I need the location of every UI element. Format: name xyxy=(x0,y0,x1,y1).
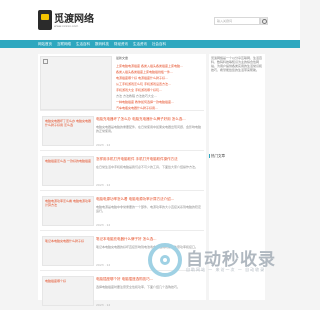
article-title[interactable]: 电脑电源功率怎么看 电脑电源功率计算方法介绍... xyxy=(96,197,202,202)
watermark-logo-icon xyxy=(148,243,182,277)
article-title[interactable]: 笔记本电脑充电器什么牌子好 怎么选... xyxy=(96,237,202,242)
sidebar-intro: 觅渡网络是一个以分享互联网、生活百科、数码科技等知识为主的综合性网站，为用户提供… xyxy=(211,56,263,72)
article-summary: 在日常生活中手机和电脑是我们必不可少的工具，下面给大家介绍操作方法。 xyxy=(96,165,199,169)
article-thumbnail[interactable]: 电脑插座怎么选 一款好的电脑插座 xyxy=(42,156,94,186)
article-item[interactable]: 电脑电源功率怎么看 电脑电源功率计算方法 电脑电源功率怎么看 电脑电源功率计算方… xyxy=(40,190,204,230)
nav-item-tech[interactable]: 数码科技 xyxy=(95,40,109,48)
article-thumbnail[interactable]: 电脑插座哪个好 xyxy=(42,276,94,306)
article-item[interactable]: 电脑插座怎么选 一款好的电脑插座 怎样用手机打开电脑软件 手机打开电脑软件操作方… xyxy=(40,150,204,190)
article-summary: 电脑充电器是电脑的重要配件，在日常使用中如果充电器出现问题，会影响电脑的正常使用… xyxy=(96,125,202,133)
nav-item-internet[interactable]: 互联网络 xyxy=(57,40,71,48)
logo-icon[interactable] xyxy=(38,10,52,30)
article-summary: 选择电脑插座时要注意安全性和功率，下面介绍几个选购技巧。 xyxy=(96,285,181,289)
watermark-subtext: 自助网站 — 来访一次 — 自动收录 xyxy=(186,267,266,272)
article-thumbnail[interactable]: 电脑充电器坏了怎么办 电脑充电器什么牌子好用 怎么选 xyxy=(42,116,94,146)
article-thumbnail-caption: 笔记本电脑充电器什么牌子好 xyxy=(45,239,85,243)
article-title[interactable]: 电脑充电器坏了怎么办 电脑充电器什么牌子好用 怎么选... xyxy=(96,117,202,122)
header: 觅渡网络 www.xxxxx.com 输入关键词 xyxy=(0,0,300,40)
image-placeholder-icon xyxy=(43,59,48,64)
article-meta: 2023 · 12 xyxy=(96,223,111,227)
article-summary: 电脑电源是电脑中非常重要的一个部件，电源功率的大小直接关系到电脑的稳定运行。 xyxy=(96,205,202,213)
article-thumbnail-caption: 电脑电源功率怎么看 电脑电源功率计算方法 xyxy=(45,199,91,207)
article-thumbnail-caption: 电脑插座怎么选 一款好的电脑插座 xyxy=(45,159,91,163)
search-icon[interactable] xyxy=(260,17,268,25)
hot-title: 最新文章 xyxy=(116,56,129,60)
hot-list: 上床电脑电源插座 各类入插头各类插座上床电脑... 各类入插头各类插座上床电脑插… xyxy=(116,63,204,111)
sidebar-heading-marker xyxy=(209,154,210,158)
article-thumbnail[interactable]: 笔记本电脑充电器什么牌子好 xyxy=(42,236,94,266)
nav-item-finance[interactable]: 财经资讯 xyxy=(114,40,128,48)
nav-item-home[interactable]: 网站首页 xyxy=(38,40,52,48)
site-logo-text[interactable]: 觅渡网络 xyxy=(54,10,94,25)
main-nav: 网站首页 互联网络 生活百科 数码科技 财经资讯 生活资讯 社会百科 xyxy=(0,40,300,48)
site-logo-sub: www.xxxxx.com xyxy=(54,24,79,28)
nav-item-info[interactable]: 生活资讯 xyxy=(133,40,147,48)
article-thumbnail-caption: 电脑充电器坏了怎么办 电脑充电器什么牌子好用 怎么选 xyxy=(45,119,91,127)
sidebar-heading: 热门文章 xyxy=(211,154,225,158)
article-title[interactable]: 怎样用手机打开电脑软件 手机打开电脑软件操作方法 xyxy=(96,157,202,162)
nav-item-society[interactable]: 社会百科 xyxy=(152,40,166,48)
search-input[interactable]: 输入关键词 xyxy=(214,17,260,25)
article-thumbnail[interactable]: 电脑电源功率怎么看 电脑电源功率计算方法 xyxy=(42,196,94,226)
banner-image[interactable] xyxy=(40,56,112,110)
article-meta: 2023 · 12 xyxy=(96,183,111,187)
article-meta: 2023 · 12 xyxy=(96,303,111,307)
article-thumbnail-caption: 电脑插座哪个好 xyxy=(45,279,67,283)
article-meta: 2023 · 12 xyxy=(96,143,111,147)
watermark: 自动秒收录 自助网站 — 来访一次 — 自动收录 xyxy=(148,243,300,281)
nav-item-life[interactable]: 生活百科 xyxy=(76,40,90,48)
article-item[interactable]: 电脑充电器坏了怎么办 电脑充电器什么牌子好用 怎么选 电脑充电器坏了怎么办 电脑… xyxy=(40,110,204,150)
